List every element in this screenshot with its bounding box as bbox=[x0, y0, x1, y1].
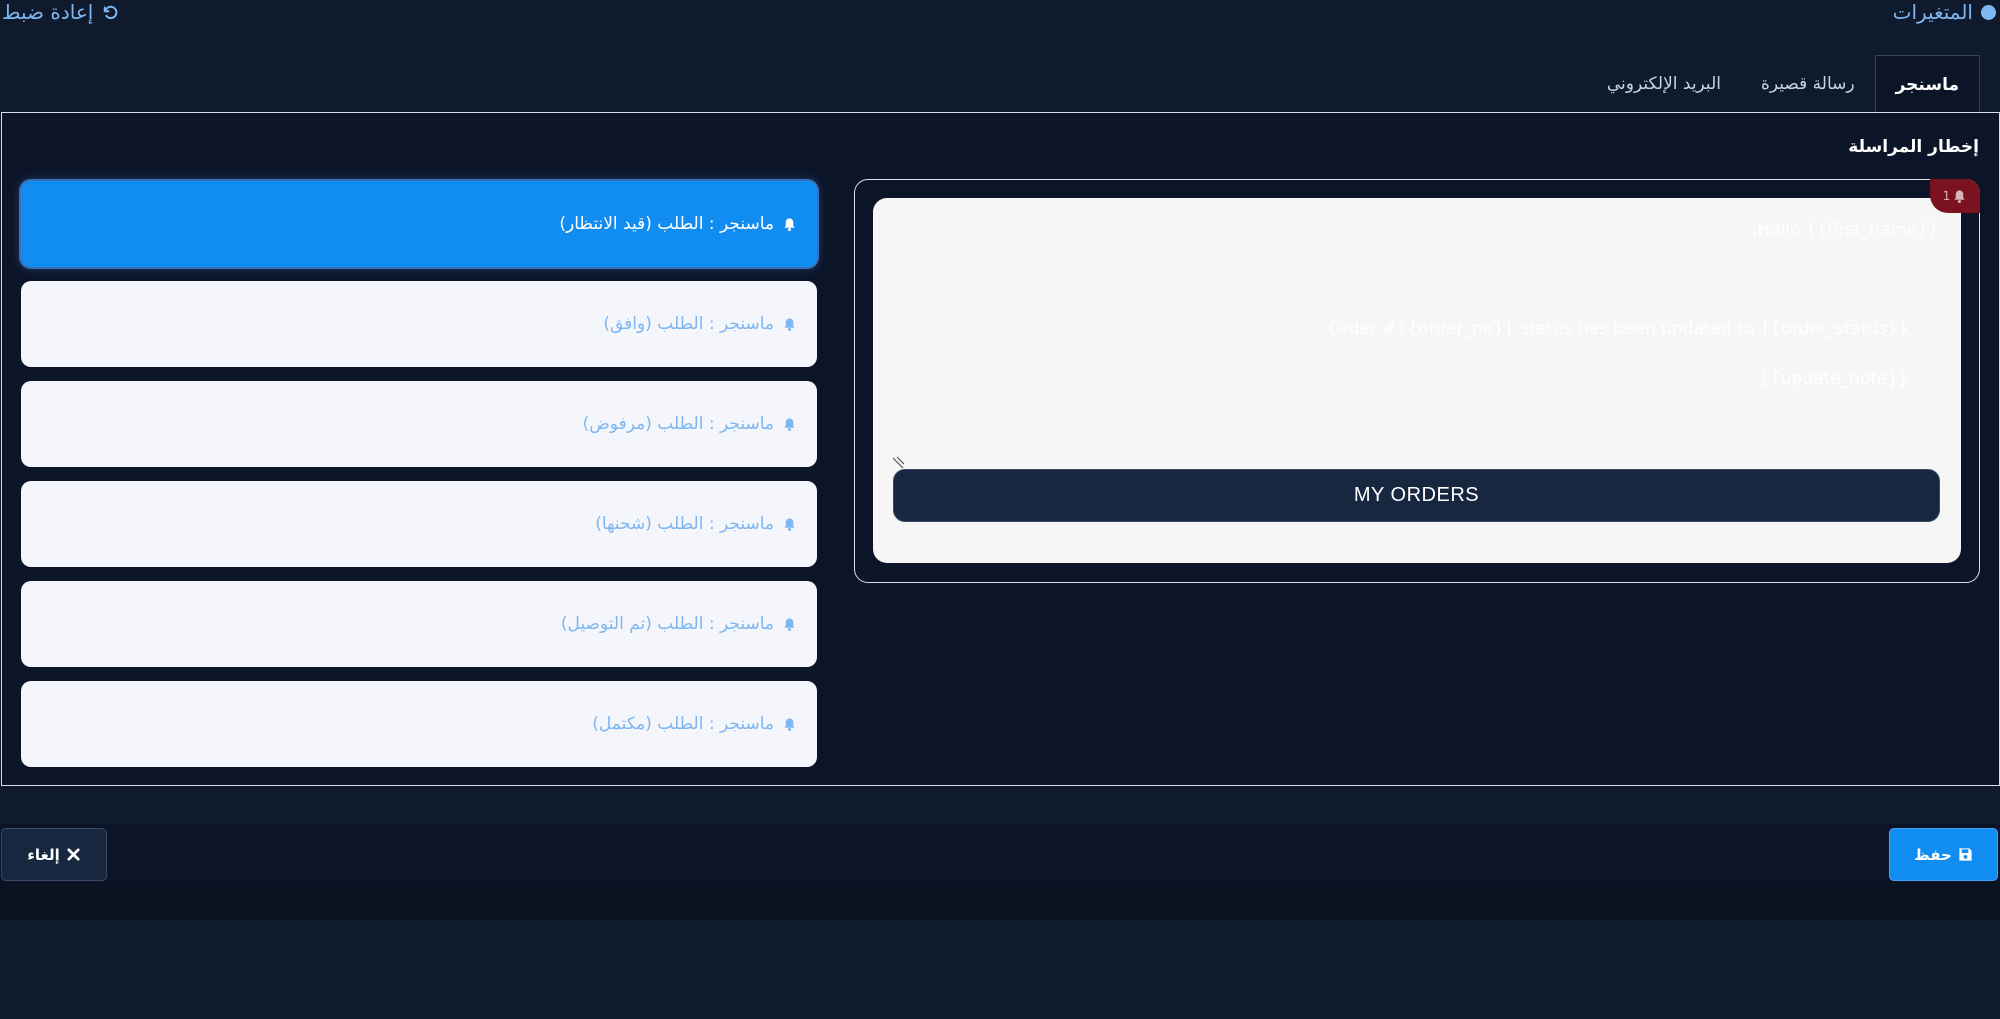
bell-icon bbox=[784, 417, 795, 431]
tab-sms[interactable]: رسالة قصيرة bbox=[1741, 55, 1875, 112]
cancel-label: إلغاء bbox=[27, 845, 60, 864]
status-item-pending[interactable]: ماسنجر : الطلب (قيد الانتظار) bbox=[21, 181, 817, 267]
status-item-rejected[interactable]: ماسنجر : الطلب (مرفوض) bbox=[21, 381, 817, 467]
resize-handle-icon[interactable] bbox=[893, 456, 905, 468]
status-item-label: ماسنجر : الطلب (قيد الانتظار) bbox=[559, 214, 774, 234]
status-item-delivered[interactable]: ماسنجر : الطلب (تم التوصيل) bbox=[21, 581, 817, 667]
status-item-label: ماسنجر : الطلب (مرفوض) bbox=[582, 414, 774, 434]
message-preview: Hello {{first_name}}, Order #{{order_no}… bbox=[854, 179, 1980, 583]
bottom-strip bbox=[0, 882, 2000, 920]
tab-messenger[interactable]: ماسنجر bbox=[1874, 55, 1980, 113]
tab-email[interactable]: البريد الإلكتروني bbox=[1587, 55, 1741, 112]
bell-icon bbox=[784, 717, 795, 731]
status-list: ماسنجر : الطلب (قيد الانتظار) ماسنجر : ا… bbox=[21, 181, 817, 781]
variables-link[interactable]: المتغيرات bbox=[1893, 0, 1996, 24]
tab-email-label: البريد الإلكتروني bbox=[1606, 73, 1721, 94]
bell-icon bbox=[784, 617, 795, 631]
message-card: Hello {{first_name}}, Order #{{order_no}… bbox=[873, 198, 1961, 563]
message-status-line: Order #{{order_no}} status has been upda… bbox=[1323, 319, 1909, 339]
tab-sms-label: رسالة قصيرة bbox=[1760, 73, 1855, 94]
section-title: إخطار المراسلة bbox=[1848, 137, 1979, 157]
badge-count: 1 bbox=[1942, 189, 1951, 203]
status-item-completed[interactable]: ماسنجر : الطلب (مكتمل) bbox=[21, 681, 817, 767]
close-icon bbox=[67, 848, 80, 861]
reset-link[interactable]: إعادة ضبط bbox=[2, 0, 119, 24]
reset-label: إعادة ضبط bbox=[2, 0, 94, 24]
tab-panel: إخطار المراسلة Hello {{first_name}}, Ord… bbox=[1, 112, 2000, 786]
status-item-label: ماسنجر : الطلب (مكتمل) bbox=[592, 714, 774, 734]
save-label: حفظ bbox=[1914, 845, 1952, 864]
notification-badge: 1 bbox=[1930, 179, 1980, 213]
status-item-label: ماسنجر : الطلب (تم التوصيل) bbox=[560, 614, 774, 634]
status-item-label: ماسنجر : الطلب (وافق) bbox=[603, 314, 774, 334]
footer-bar: حفظ إلغاء bbox=[0, 824, 2000, 882]
channel-tabs: ماسنجر رسالة قصيرة البريد الإلكتروني bbox=[1587, 55, 1980, 113]
message-greeting: Hello {{first_name}}, bbox=[1751, 220, 1939, 240]
status-item-label: ماسنجر : الطلب (شحنها) bbox=[595, 514, 774, 534]
undo-icon bbox=[104, 5, 118, 19]
status-item-approved[interactable]: ماسنجر : الطلب (وافق) bbox=[21, 281, 817, 367]
bell-icon bbox=[1954, 189, 1965, 203]
save-icon bbox=[1959, 848, 1972, 861]
my-orders-button[interactable]: MY ORDERS bbox=[893, 469, 1940, 522]
cancel-button[interactable]: إلغاء bbox=[1, 828, 107, 881]
message-note-line: {{update_note}} bbox=[1759, 369, 1909, 389]
save-button[interactable]: حفظ bbox=[1889, 828, 1998, 881]
variables-label: المتغيرات bbox=[1892, 0, 1973, 24]
bell-icon bbox=[784, 217, 795, 231]
tab-messenger-label: ماسنجر bbox=[1895, 74, 1959, 95]
dot-icon bbox=[1981, 4, 1996, 20]
top-bar: المتغيرات إعادة ضبط bbox=[0, 0, 2000, 26]
bell-icon bbox=[784, 317, 795, 331]
bell-icon bbox=[784, 517, 795, 531]
status-item-shipped[interactable]: ماسنجر : الطلب (شحنها) bbox=[21, 481, 817, 567]
